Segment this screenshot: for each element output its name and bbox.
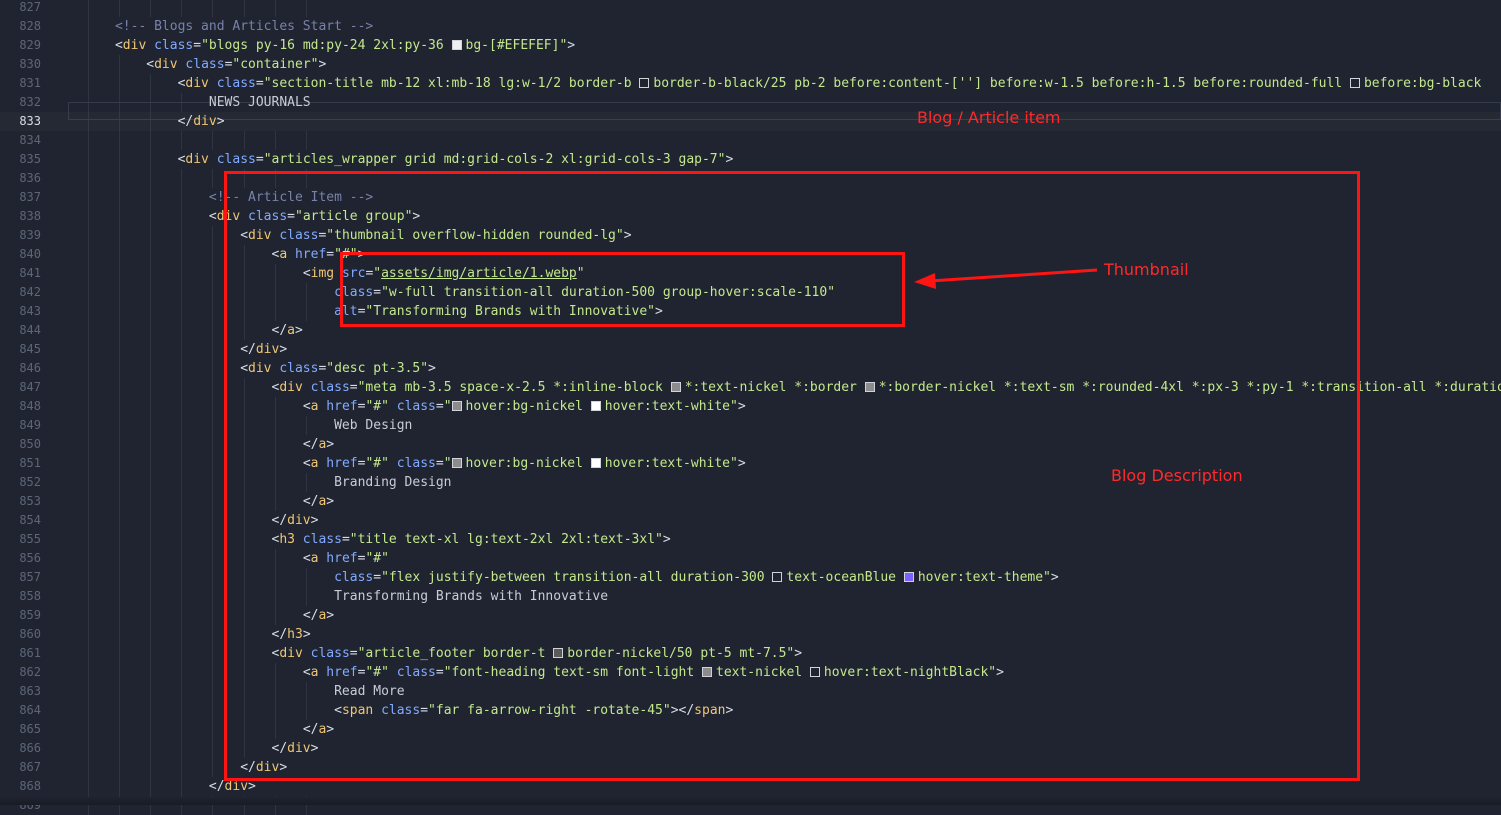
horizontal-scrollbar-track[interactable] xyxy=(0,797,1501,805)
thumbnail-arrow-icon xyxy=(914,268,1098,289)
thumbnail-label: Thumbnail xyxy=(1104,260,1189,279)
blog-description-label: Blog Description xyxy=(1111,466,1243,485)
article-item-label: Blog / Article item xyxy=(917,108,1061,127)
